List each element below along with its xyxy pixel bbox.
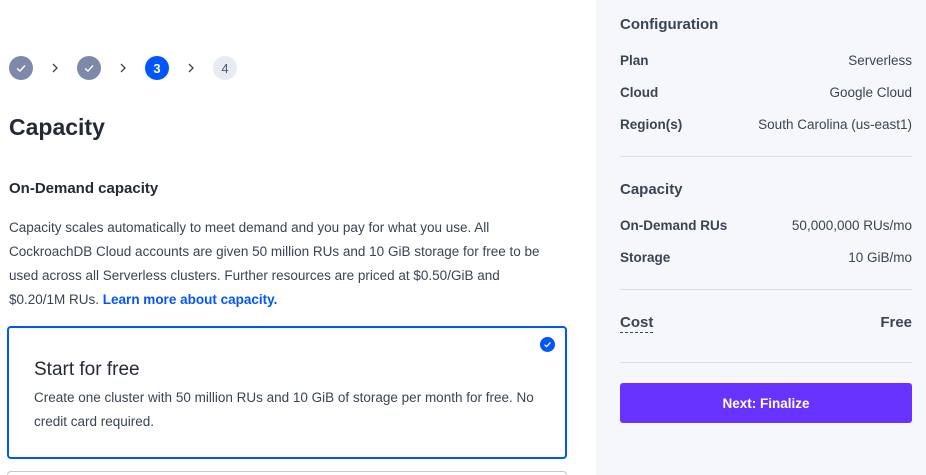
capacity-row-rus: On-Demand RUs 50,000,000 RUs/mo <box>620 218 912 233</box>
step-1-completed[interactable] <box>9 56 33 80</box>
step-3-current[interactable]: 3 <box>145 56 169 80</box>
check-icon <box>16 65 26 72</box>
row-label: Region(s) <box>620 117 683 132</box>
main-content: 3 4 Capacity On-Demand capacity Capacity… <box>0 0 596 475</box>
row-label: Plan <box>620 53 649 68</box>
configuration-heading: Configuration <box>620 16 719 33</box>
row-label: On-Demand RUs <box>620 218 728 233</box>
row-label: Storage <box>620 250 671 265</box>
cost-value: Free <box>880 314 912 331</box>
divider <box>620 362 912 363</box>
chevron-right-icon <box>101 63 145 73</box>
row-value: 50,000,000 RUs/mo <box>791 218 912 233</box>
config-row-regions: Region(s) South Carolina (us-east1) <box>620 117 912 132</box>
divider <box>620 156 912 157</box>
chevron-right-icon <box>33 63 77 73</box>
next-finalize-button[interactable]: Next: Finalize <box>620 383 912 423</box>
cost-label[interactable]: Cost <box>620 314 654 333</box>
row-value: Google Cloud <box>829 85 912 100</box>
chevron-right-icon <box>169 63 213 73</box>
card-description: Create one cluster with 50 million RUs a… <box>34 390 534 429</box>
summary-sidebar: Configuration Plan Serverless Cloud Goog… <box>596 0 926 475</box>
stepper: 3 4 <box>9 56 237 80</box>
row-value: 10 GiB/mo <box>848 250 912 265</box>
check-icon <box>84 65 94 72</box>
config-row-cloud: Cloud Google Cloud <box>620 85 912 100</box>
page-title: Capacity <box>9 114 105 140</box>
cost-row: Cost Free <box>620 314 912 333</box>
config-row-plan: Plan Serverless <box>620 53 912 68</box>
step-4-pending[interactable]: 4 <box>213 56 237 80</box>
capacity-description: Capacity scales automatically to meet de… <box>9 216 559 312</box>
learn-more-link[interactable]: Learn more about capacity. <box>103 292 278 307</box>
divider <box>620 289 912 290</box>
step-2-completed[interactable] <box>77 56 101 80</box>
next-option-card[interactable] <box>7 471 567 475</box>
capacity-row-storage: Storage 10 GiB/mo <box>620 250 912 265</box>
card-title: Start for free <box>34 359 140 380</box>
capacity-heading: Capacity <box>620 181 683 198</box>
row-value: Serverless <box>848 53 912 68</box>
check-circle-icon <box>540 337 555 352</box>
row-label: Cloud <box>620 85 659 100</box>
section-title: On-Demand capacity <box>9 180 159 197</box>
row-value: South Carolina (us-east1) <box>758 117 912 132</box>
start-for-free-card[interactable]: Start for free Create one cluster with 5… <box>7 326 567 459</box>
